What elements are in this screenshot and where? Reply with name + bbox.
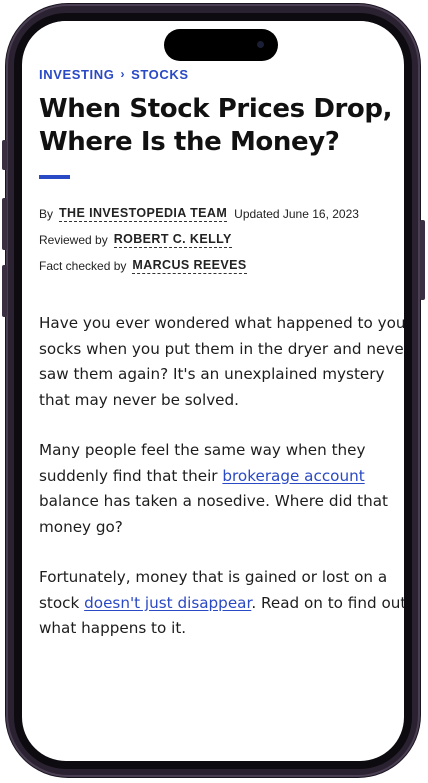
text-line: suddenly find that their brokerage accou… bbox=[39, 464, 404, 490]
article-content: INVESTING › STOCKS When Stock Prices Dro… bbox=[39, 65, 404, 667]
power-button bbox=[420, 220, 425, 300]
text-line: stock doesn't just disappear. Read on to… bbox=[39, 591, 404, 617]
title-line: When Stock Prices Drop, bbox=[39, 94, 393, 124]
by-label: By bbox=[39, 207, 54, 221]
doesnt-just-disappear-link[interactable]: doesn't just disappear bbox=[84, 594, 251, 612]
fact-check-row: Fact checked by MARCUS REEVES bbox=[39, 253, 399, 279]
text-line: what happens to it. bbox=[39, 619, 187, 637]
front-camera-icon bbox=[257, 41, 264, 48]
text-line: Many people feel the same way when they bbox=[39, 441, 366, 459]
paragraph: Many people feel the same way when they … bbox=[39, 438, 404, 540]
screen: INVESTING › STOCKS When Stock Prices Dro… bbox=[22, 21, 404, 761]
breadcrumb: INVESTING › STOCKS bbox=[39, 65, 399, 83]
author-row: By THE INVESTOPEDIA TEAM Updated June 16… bbox=[39, 201, 399, 227]
volume-down-button bbox=[2, 265, 7, 317]
text-fragment: . Read on to find out bbox=[251, 593, 404, 612]
action-button bbox=[2, 140, 7, 170]
breadcrumb-investing-link[interactable]: INVESTING bbox=[39, 67, 114, 82]
text-fragment: suddenly find that their bbox=[39, 466, 223, 485]
fact-checked-by-label: Fact checked by bbox=[39, 259, 127, 273]
reviewed-by-label: Reviewed by bbox=[39, 233, 108, 247]
title-divider bbox=[39, 175, 70, 179]
text-fragment: stock bbox=[39, 593, 85, 612]
reviewer-link[interactable]: ROBERT C. KELLY bbox=[113, 232, 232, 248]
brokerage-account-link[interactable]: brokerage account bbox=[222, 467, 364, 485]
byline: By THE INVESTOPEDIA TEAM Updated June 16… bbox=[39, 201, 399, 279]
text-line: socks when you put them in the dryer and… bbox=[39, 339, 404, 358]
chevron-right-icon: › bbox=[120, 67, 126, 81]
text-line: money go? bbox=[39, 517, 123, 536]
article-body: Have you ever wondered what happened to … bbox=[39, 311, 404, 642]
fact-checker-link[interactable]: MARCUS REEVES bbox=[132, 258, 247, 274]
title-line: Where Is the Money? bbox=[39, 127, 340, 157]
text-line: saw them again? It's an unexplained myst… bbox=[39, 365, 385, 383]
reviewer-row: Reviewed by ROBERT C. KELLY bbox=[39, 227, 399, 253]
article-title: When Stock Prices Drop, Where Is the Mon… bbox=[39, 93, 404, 159]
paragraph: Fortunately, money that is gained or los… bbox=[39, 565, 404, 642]
paragraph: Have you ever wondered what happened to … bbox=[39, 311, 404, 413]
author-link[interactable]: THE INVESTOPEDIA TEAM bbox=[59, 206, 228, 222]
dynamic-island bbox=[164, 29, 278, 61]
volume-up-button bbox=[2, 198, 7, 250]
text-line: that may never be solved. bbox=[39, 390, 239, 409]
text-line: balance has taken a nosedive. Where did … bbox=[39, 492, 389, 510]
updated-date: Updated June 16, 2023 bbox=[234, 207, 359, 221]
text-line: Have you ever wondered what happened to … bbox=[39, 314, 404, 332]
breadcrumb-stocks-link[interactable]: STOCKS bbox=[131, 67, 189, 82]
text-line: Fortunately, money that is gained or los… bbox=[39, 568, 388, 586]
